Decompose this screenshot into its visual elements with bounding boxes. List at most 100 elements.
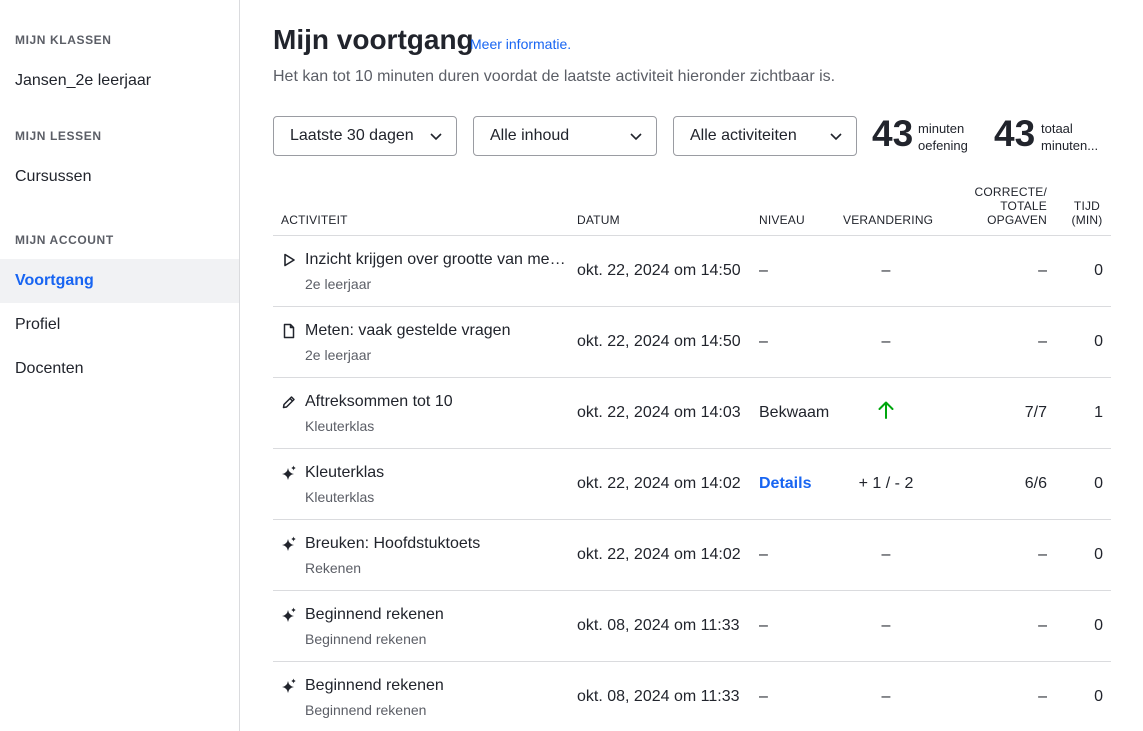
table-row[interactable]: Breuken: Hoofdstuktoets Rekenen okt. 22,… [273,520,1111,591]
row-title[interactable]: Beginnend rekenen [305,677,567,695]
practice-label-line-1: minuten [918,121,965,136]
table-row[interactable]: Beginnend rekenen Beginnend rekenen okt.… [273,662,1111,731]
sidebar-heading-account: MIJN ACCOUNT [15,233,114,247]
sparkle-icon [282,536,296,551]
row-change: – [881,333,891,350]
sidebar: MIJN KLASSEN Jansen_2e leerjaar MIJN LES… [0,0,240,731]
row-title[interactable]: Beginnend rekenen [305,606,567,624]
sidebar-item-courses[interactable]: Cursussen [0,155,239,199]
row-time: 0 [1094,617,1103,634]
row-time: 0 [1094,333,1103,350]
total-label-line-2: minuten... [1041,138,1099,153]
row-title[interactable]: Kleuterklas [305,464,567,482]
sparkle-icon [282,607,296,622]
page-title: Mijn voortgang [273,24,474,55]
table-row[interactable]: Meten: vaak gestelde vragen 2e leerjaar … [273,307,1111,378]
row-time: 0 [1094,688,1103,705]
sidebar-heading-lessons: MIJN LESSEN [15,129,102,143]
sidebar-item-profile[interactable]: Profiel [0,303,239,347]
row-time: 0 [1094,475,1103,492]
table-row[interactable]: Beginnend rekenen Beginnend rekenen okt.… [273,591,1111,662]
row-correct: 7/7 [1024,404,1047,421]
arrow-up-icon [878,401,894,419]
row-level: – [759,546,768,563]
practice-minutes-value: 43 [872,113,914,154]
content-dropdown-value: Alle inhoud [490,127,570,144]
row-title[interactable]: Aftreksommen tot 10 [305,393,567,411]
row-change: – [881,546,891,563]
total-minutes-label: totaal minuten... [1041,120,1109,154]
row-date: okt. 22, 2024 om 14:50 [577,333,741,350]
header-date: DATUM [577,213,620,227]
row-subtitle: Rekenen [305,560,362,576]
details-link[interactable]: Details [759,475,811,493]
row-date: okt. 22, 2024 om 14:50 [577,262,741,279]
table-row[interactable]: Inzicht krijgen over grootte van meten 2… [273,236,1111,307]
row-change: – [881,617,891,634]
row-title[interactable]: Breuken: Hoofdstuktoets [305,535,567,553]
row-level: – [759,688,768,705]
sidebar-item-teachers[interactable]: Docenten [0,347,239,391]
row-level: – [759,333,768,350]
play-icon [284,253,295,267]
row-title[interactable]: Meten: vaak gestelde vragen [305,322,567,340]
header-time-line-1: TIJD [1073,199,1101,213]
row-date: okt. 08, 2024 om 11:33 [577,617,740,634]
row-correct: – [1038,546,1047,563]
table-header: ACTIVITEIT DATUM NIVEAU VERANDERING CORR… [273,180,1111,236]
row-level: – [759,617,768,634]
practice-minutes-label: minuten oefening [918,120,968,154]
row-subtitle: Beginnend rekenen [305,702,427,718]
sparkle-icon [282,678,296,693]
header-correct-line-3: OPGAVEN [987,213,1047,227]
row-time: 0 [1094,262,1103,279]
row-subtitle: Kleuterklas [305,418,375,434]
row-subtitle: 2e leerjaar [305,347,372,363]
row-level: Bekwaam [759,404,830,421]
table-row[interactable]: Kleuterklas Kleuterklas okt. 22, 2024 om… [273,449,1111,520]
sidebar-item-progress[interactable]: Voortgang [0,259,239,303]
header-time-line-2: (MIN) [1071,213,1103,227]
row-title[interactable]: Inzicht krijgen over grootte van meten [305,251,567,269]
chevron-down-icon [630,133,642,141]
row-subtitle: 2e leerjaar [305,276,372,292]
total-minutes-value: 43 [994,113,1036,154]
chevron-down-icon [830,133,842,141]
row-subtitle: Kleuterklas [305,489,375,505]
document-icon [283,323,295,339]
practice-label-line-2: oefening [918,138,968,153]
row-level: – [759,262,768,279]
activities-dropdown-value: Alle activiteiten [690,127,797,144]
content-dropdown[interactable]: Alle inhoud [473,116,657,156]
header-correct-line-1: CORRECTE/ [974,185,1047,199]
row-time: 0 [1094,546,1103,563]
period-dropdown-value: Laatste 30 dagen [290,127,414,144]
row-change: – [881,688,891,705]
row-date: okt. 22, 2024 om 14:02 [577,475,741,492]
header-level: NIVEAU [759,213,805,227]
row-date: okt. 22, 2024 om 14:02 [577,546,741,563]
chevron-down-icon [430,133,442,141]
more-info-link[interactable]: Meer informatie. [470,36,571,52]
row-correct: – [1038,688,1047,705]
period-dropdown[interactable]: Laatste 30 dagen [273,116,457,156]
row-correct: 6/6 [1024,475,1047,492]
header-correct-line-2: TOTALE [1000,199,1047,213]
row-subtitle: Beginnend rekenen [305,631,427,647]
main-content: Mijn voortgang Meer informatie. Het kan … [241,0,1143,731]
row-correct: – [1038,617,1047,634]
total-label-line-1: totaal [1041,121,1073,136]
sidebar-item-class[interactable]: Jansen_2e leerjaar [0,59,239,103]
row-date: okt. 08, 2024 om 11:33 [577,688,740,705]
activities-dropdown[interactable]: Alle activiteiten [673,116,857,156]
row-date: okt. 22, 2024 om 14:03 [577,404,741,421]
row-change: + 1 / - 2 [858,475,914,492]
table-row[interactable]: Aftreksommen tot 10 Kleuterklas okt. 22,… [273,378,1111,449]
row-change: – [881,262,891,279]
row-correct: – [1038,262,1047,279]
sparkle-icon [282,465,296,480]
header-correct: CORRECTE/ TOTALE OPGAVEN [963,185,1047,227]
header-activity: ACTIVITEIT [281,213,348,227]
row-correct: – [1038,333,1047,350]
header-change: VERANDERING [843,213,934,227]
